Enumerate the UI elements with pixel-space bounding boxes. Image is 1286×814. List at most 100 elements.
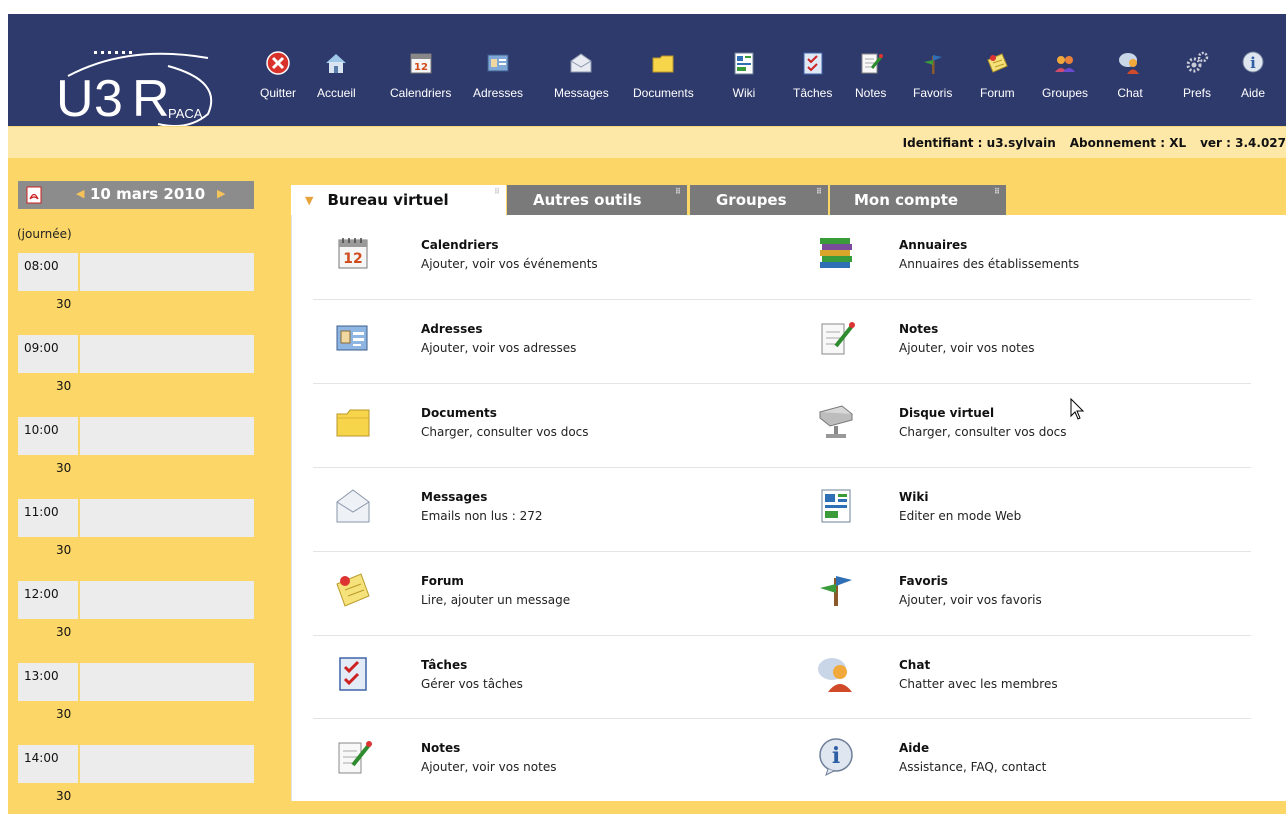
nav-label: Messages xyxy=(554,86,609,100)
tool-calendriers[interactable]: 12 Calendriers Ajouter, voir vos événeme… xyxy=(313,228,773,288)
pdf-icon[interactable] xyxy=(26,186,42,204)
nav-groupes[interactable]: Groupes xyxy=(1042,50,1088,120)
nav-quitter[interactable]: Quitter xyxy=(260,50,296,120)
nav-label: Aide xyxy=(1240,86,1266,100)
tool-description: Chatter avec les membres xyxy=(899,677,1058,691)
tool-forum[interactable]: Forum Lire, ajouter un message xyxy=(313,564,773,624)
slot-time-label: 09:00 xyxy=(24,341,59,355)
tool-title: Forum xyxy=(421,574,464,588)
gears-icon xyxy=(1186,51,1209,73)
tool-title: Messages xyxy=(421,490,488,504)
nav-chat[interactable]: Chat xyxy=(1117,50,1143,120)
svg-text:PACA: PACA xyxy=(168,106,203,121)
wiki-icon xyxy=(734,52,754,75)
tool-description: Annuaires des établissements xyxy=(899,257,1080,271)
nav-aide[interactable]: i Aide xyxy=(1240,50,1266,120)
tab-bureau-virtuel[interactable]: ▼ Bureau virtuel ⠿ xyxy=(291,185,506,215)
calendar-icon: 12 xyxy=(410,53,432,74)
forum-icon xyxy=(987,53,1008,73)
tab-autres-outils[interactable]: Autres outils ⠿ xyxy=(507,185,687,215)
time-slot-1200[interactable] xyxy=(80,581,254,619)
tool-adresses[interactable]: Adresses Ajouter, voir vos adresses xyxy=(313,312,773,372)
nav-adresses[interactable]: Adresses xyxy=(473,50,523,120)
nav-label: Documents xyxy=(633,86,694,100)
tool-description: Lire, ajouter un message xyxy=(421,593,571,607)
svg-text:i: i xyxy=(1250,54,1256,72)
tool-title: Notes xyxy=(421,741,461,755)
nav-label: Quitter xyxy=(260,86,297,100)
slot-time-label: 30 xyxy=(56,543,72,557)
previous-day-arrow-icon[interactable]: ◀ xyxy=(76,187,84,200)
tool-description: Ajouter, voir vos favoris xyxy=(899,593,1042,607)
svg-text:3: 3 xyxy=(94,70,123,128)
tool-documents[interactable]: Documents Charger, consulter vos docs xyxy=(313,396,773,456)
tool-taches[interactable]: Tâches Gérer vos tâches xyxy=(313,648,773,708)
svg-text:12: 12 xyxy=(343,251,362,267)
time-slot-1100[interactable] xyxy=(80,499,254,537)
help-icon: i xyxy=(819,738,853,776)
disk-icon xyxy=(818,405,854,438)
tool-description: Emails non lus : 272 xyxy=(421,509,543,523)
nav-taches[interactable]: Tâches xyxy=(793,50,832,120)
tab-grip-icon: ⠿ xyxy=(494,187,501,196)
address-card-icon xyxy=(336,325,368,351)
tab-grip-icon: ⠿ xyxy=(816,187,823,196)
tool-title: Disque virtuel xyxy=(899,406,995,420)
tool-description: Charger, consulter vos docs xyxy=(421,425,589,439)
tool-notes-right[interactable]: Notes Ajouter, voir vos notes xyxy=(790,312,1250,372)
tool-title: Favoris xyxy=(899,574,948,588)
slot-time-label: 12:00 xyxy=(24,587,59,601)
nav-calendriers[interactable]: 12 Calendriers xyxy=(390,50,451,120)
quit-icon xyxy=(266,51,290,75)
nav-label: Forum xyxy=(980,86,1015,100)
tool-disque-virtuel[interactable]: Disque virtuel Charger, consulter vos do… xyxy=(790,396,1250,456)
nav-wiki[interactable]: Wiki xyxy=(731,50,757,120)
tool-title: Notes xyxy=(899,322,939,336)
time-slot-1300[interactable] xyxy=(80,663,254,701)
tool-title: Wiki xyxy=(899,490,929,504)
tab-mon-compte[interactable]: Mon compte ⠿ xyxy=(830,185,1006,215)
nav-favoris[interactable]: Favoris xyxy=(913,50,952,120)
tool-favoris[interactable]: Favoris Ajouter, voir vos favoris xyxy=(790,564,1250,624)
tab-grip-icon: ⠿ xyxy=(675,187,682,196)
time-slot-1000[interactable] xyxy=(80,417,254,455)
nav-label: Wiki xyxy=(732,86,756,100)
svg-text:12: 12 xyxy=(414,62,428,73)
slot-time-label: 30 xyxy=(56,297,72,311)
nav-prefs[interactable]: Prefs xyxy=(1183,50,1211,120)
nav-label: Notes xyxy=(855,86,887,100)
nav-accueil[interactable]: Accueil xyxy=(317,50,356,120)
group-icon xyxy=(1055,56,1076,72)
row-divider xyxy=(313,718,1251,719)
nav-forum[interactable]: Forum xyxy=(980,50,1015,120)
time-slot-0900[interactable] xyxy=(80,335,254,373)
version-text: ver : 3.4.027 xyxy=(1200,136,1286,150)
time-slot-0800[interactable] xyxy=(80,253,254,291)
next-day-arrow-icon[interactable]: ▶ xyxy=(217,187,225,200)
tool-notes-left[interactable]: Notes Ajouter, voir vos notes xyxy=(313,731,773,791)
nav-label: Adresses xyxy=(473,86,524,100)
tool-annuaires[interactable]: Annuaires Annuaires des établissements xyxy=(790,228,1250,288)
tool-wiki[interactable]: Wiki Editer en mode Web xyxy=(790,480,1250,540)
envelope-icon xyxy=(336,489,370,523)
row-divider xyxy=(313,467,1251,468)
nav-messages[interactable]: Messages xyxy=(554,50,609,120)
tool-messages[interactable]: Messages Emails non lus : 272 xyxy=(313,480,773,540)
nav-notes[interactable]: Notes xyxy=(855,50,886,120)
tab-label: Groupes xyxy=(716,191,787,209)
time-slot-1400[interactable] xyxy=(80,745,254,783)
nav-label: Tâches xyxy=(793,86,833,100)
tab-label: Mon compte xyxy=(854,191,959,209)
tool-description: Ajouter, voir vos notes xyxy=(899,341,1035,355)
tab-groupes[interactable]: Groupes ⠿ xyxy=(690,185,828,215)
folder-icon xyxy=(652,55,674,73)
identifiant-text: Identifiant : u3.sylvain xyxy=(902,136,1056,150)
task-icon xyxy=(339,657,367,691)
row-divider xyxy=(313,383,1251,384)
help-icon: i xyxy=(1242,51,1264,73)
row-divider xyxy=(313,635,1251,636)
nav-documents[interactable]: Documents xyxy=(633,50,694,120)
chat-icon xyxy=(1119,53,1139,74)
tool-aide[interactable]: i Aide Assistance, FAQ, contact xyxy=(790,731,1250,791)
tool-chat[interactable]: Chat Chatter avec les membres xyxy=(790,648,1250,708)
